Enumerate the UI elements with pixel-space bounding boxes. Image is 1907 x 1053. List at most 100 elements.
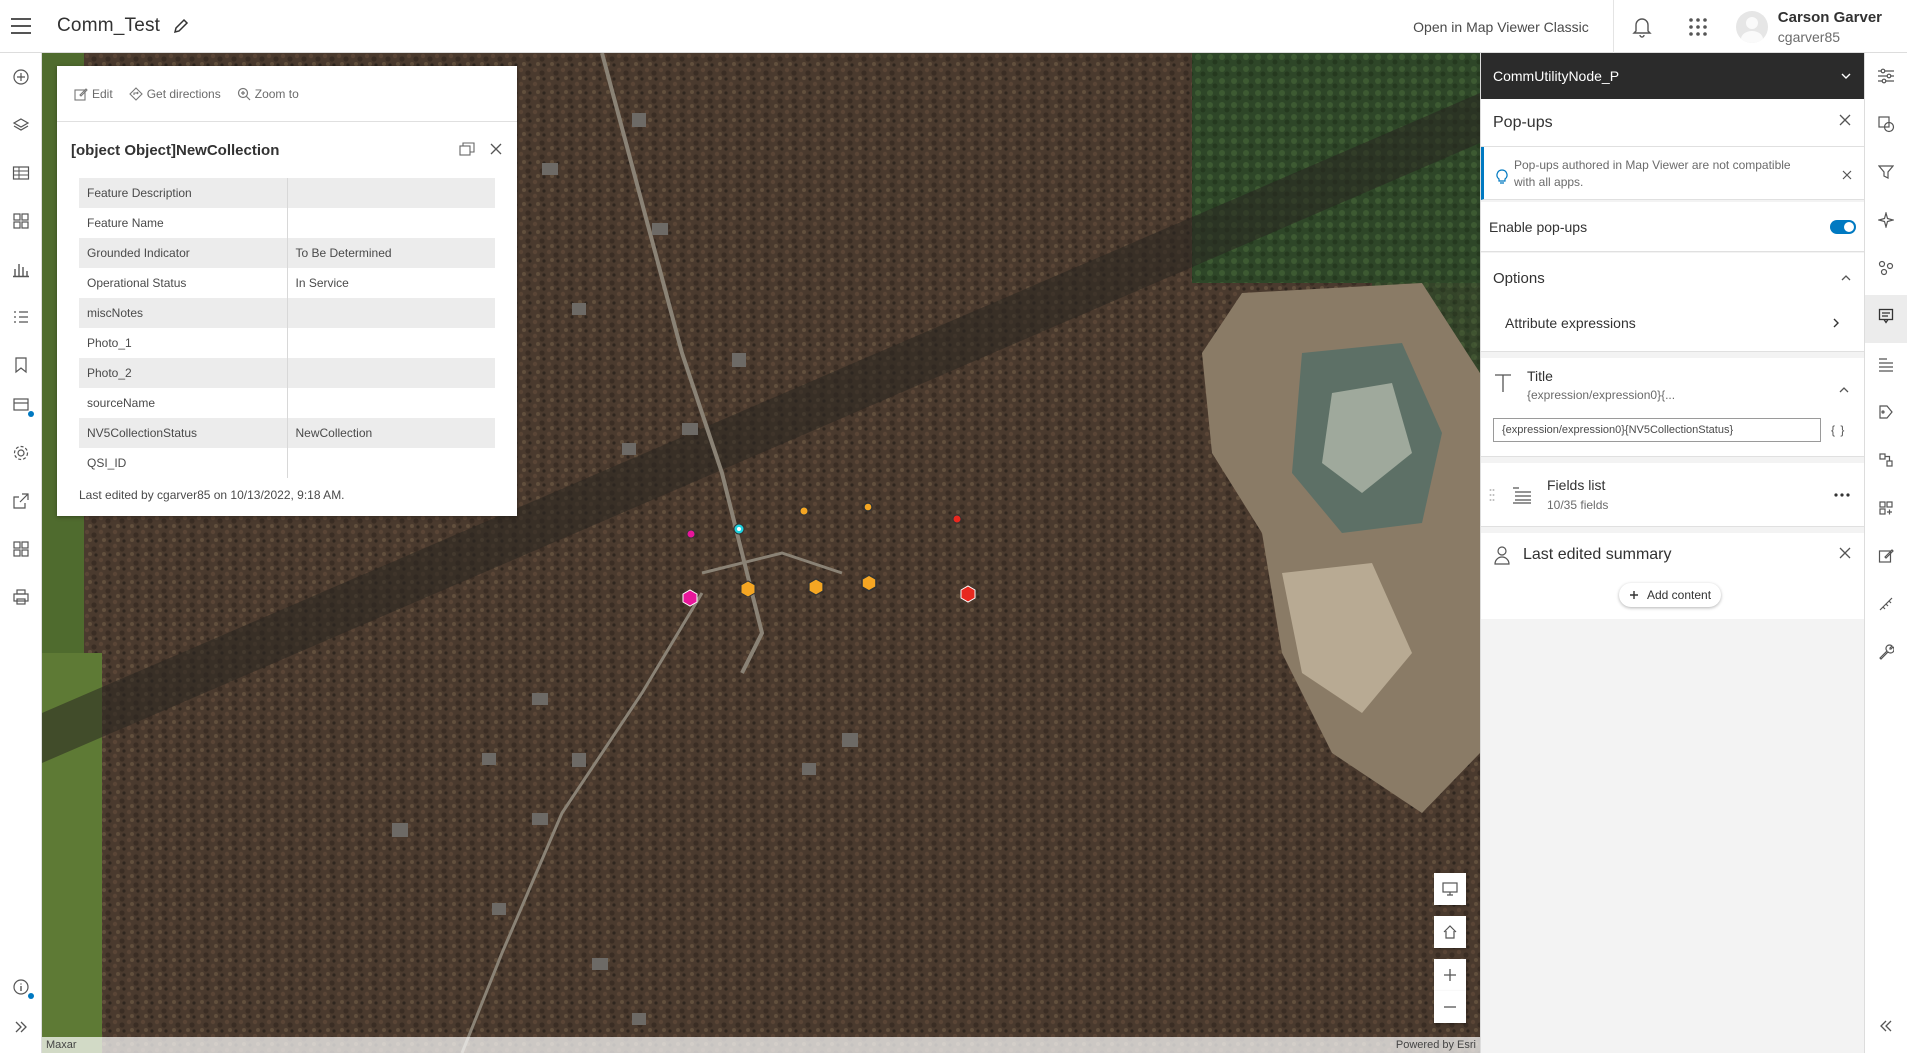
directions-icon [128, 86, 143, 101]
table-row: Operational Status In Service [79, 268, 495, 298]
user-name: Carson Garver [1777, 8, 1882, 26]
properties-sliders-icon[interactable] [1875, 65, 1897, 87]
user-icon [1494, 546, 1510, 565]
analysis-icon[interactable] [1875, 449, 1897, 471]
fields-list-element[interactable]: Fields list 10/35 fields [1481, 463, 1864, 527]
styles-icon[interactable] [1875, 113, 1897, 135]
notice-text: Pop-ups authored in Map Viewer are not c… [1514, 158, 1791, 189]
wrench-icon[interactable] [1875, 641, 1897, 663]
add-content-label: Add content [1647, 588, 1712, 602]
attribute-expressions-item[interactable]: Attribute expressions [1493, 303, 1852, 343]
dismiss-notice-icon[interactable] [1842, 167, 1852, 185]
collapse-panel-icon[interactable] [1875, 1015, 1897, 1037]
print-icon[interactable] [9, 585, 33, 609]
plus-icon [1630, 591, 1638, 599]
map-properties-icon[interactable] [9, 393, 34, 417]
table-row: QSI_ID [79, 448, 495, 478]
table-row: Feature Description [79, 178, 495, 208]
table-row: Grounded Indicator To Be Determined [79, 238, 495, 268]
home-icon[interactable] [1434, 916, 1466, 948]
bookmarks-icon[interactable] [9, 353, 33, 377]
basemap-icon[interactable] [9, 209, 33, 233]
get-directions-action[interactable]: Get directions [128, 86, 221, 101]
table-row: miscNotes [79, 298, 495, 328]
zoom-to-action[interactable]: Zoom to [237, 87, 299, 101]
field-value-cell [287, 328, 495, 358]
chevron-up-icon[interactable] [1838, 386, 1850, 394]
last-edited-summary-element: Last edited summary Add content [1481, 533, 1864, 619]
fields-icon[interactable] [1875, 353, 1897, 375]
legend-icon[interactable] [9, 305, 33, 329]
create-app-icon[interactable] [9, 537, 33, 561]
popups-icon[interactable] [1875, 305, 1897, 327]
measure-icon[interactable] [1875, 593, 1897, 615]
field-name-cell: Grounded Indicator [79, 238, 288, 268]
user-menu[interactable]: Carson Garver cgarver85 [1726, 0, 1907, 53]
filter-icon[interactable] [1875, 161, 1897, 183]
attribution-right[interactable]: Powered by Esri [1396, 1039, 1476, 1051]
close-icon[interactable] [489, 142, 503, 156]
zoom-out-button[interactable] [1434, 991, 1466, 1023]
effects-icon[interactable] [1875, 209, 1897, 231]
clustering-icon[interactable] [1875, 257, 1897, 279]
panel-title: Pop-ups [1493, 113, 1553, 131]
expand-toolbar-icon[interactable] [9, 1015, 33, 1039]
screen-icon[interactable] [1434, 873, 1466, 905]
left-toolbar [0, 53, 42, 1053]
attribution-left: Maxar [46, 1039, 77, 1051]
options-header[interactable]: Options [1481, 253, 1864, 303]
chevron-up-icon [1841, 275, 1851, 281]
field-name-cell: Operational Status [79, 268, 288, 298]
dock-icon[interactable] [459, 142, 475, 156]
field-name-cell: Photo_1 [79, 328, 288, 358]
edit-title-icon[interactable] [172, 17, 190, 35]
status-dot [28, 993, 34, 999]
settings-gear-icon[interactable] [9, 441, 33, 465]
field-value-cell: In Service [295, 276, 349, 290]
layer-name: CommUtilityNode_P [1493, 68, 1620, 84]
enable-popups-row: Enable pop-ups [1481, 202, 1864, 252]
right-toolbar [1864, 53, 1907, 1053]
field-value-cell [287, 358, 495, 388]
edit-action[interactable]: Edit [74, 87, 113, 101]
enable-popups-toggle[interactable] [1830, 219, 1856, 234]
table-row: Photo_2 [79, 358, 495, 388]
more-options-icon[interactable] [1834, 493, 1850, 497]
add-layer-icon[interactable] [9, 65, 33, 89]
layer-selector[interactable]: CommUtilityNode_P [1481, 53, 1864, 99]
field-value-cell [287, 388, 495, 418]
properties-panel: CommUtilityNode_P Pop-ups Pop-ups author… [1480, 53, 1864, 1053]
open-classic-link[interactable]: Open in Map Viewer Classic [1389, 0, 1614, 53]
table-row: Feature Name [79, 208, 495, 238]
map-attribution: Maxar Powered by Esri [42, 1037, 1480, 1053]
insert-field-braces-button[interactable]: { } [1831, 423, 1845, 437]
app-launcher-icon[interactable] [1670, 0, 1726, 53]
info-icon[interactable] [9, 975, 34, 999]
add-content-button[interactable]: Add content [1619, 583, 1722, 607]
field-name-cell: miscNotes [79, 298, 288, 328]
zoom-to-icon [237, 87, 251, 100]
layers-icon[interactable] [9, 113, 33, 137]
field-name-cell: Feature Description [79, 178, 288, 208]
charts-icon[interactable] [9, 257, 33, 281]
edit-features-icon[interactable] [1875, 545, 1897, 567]
fields-list-label: Fields list [1547, 477, 1606, 493]
share-icon[interactable] [9, 489, 33, 513]
edit-icon [74, 87, 88, 101]
feature-popup: Edit Get directions Zoom to [object Obje… [57, 66, 517, 516]
table-row: Photo_1 [79, 328, 495, 358]
get-directions-label: Get directions [146, 86, 221, 101]
labels-icon[interactable] [1875, 401, 1897, 423]
tables-icon[interactable] [9, 161, 33, 185]
close-panel-icon[interactable] [1838, 113, 1852, 132]
zoom-in-button[interactable] [1434, 959, 1466, 991]
sketch-icon[interactable] [1875, 497, 1897, 519]
remove-element-icon[interactable] [1838, 546, 1852, 565]
title-expression-input[interactable]: {expression/expression0}{NV5CollectionSt… [1493, 418, 1821, 442]
table-row: sourceName [79, 388, 495, 418]
notifications-bell-icon[interactable] [1614, 0, 1670, 53]
field-name-cell: Feature Name [79, 208, 288, 238]
menu-icon[interactable] [0, 0, 42, 53]
zoom-to-label: Zoom to [254, 86, 299, 101]
drag-handle-icon[interactable] [1489, 488, 1495, 502]
